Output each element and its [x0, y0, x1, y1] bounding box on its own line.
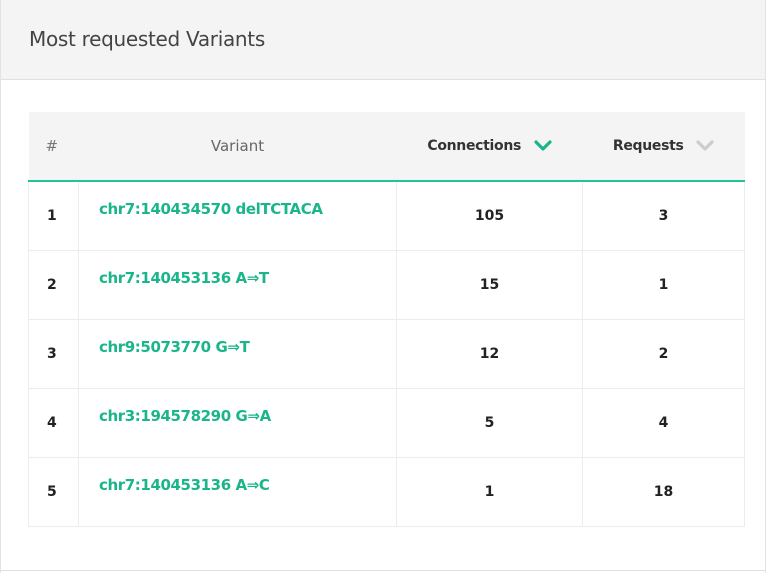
variant-link[interactable]: chr3:194578290 G⇒A — [99, 407, 271, 425]
rank-column-header: # — [28, 112, 79, 182]
connections-cell: 12 — [396, 319, 583, 389]
table-row: 1 chr7:140434570 delTCTACA 105 3 — [28, 181, 745, 251]
table-row: 4 chr3:194578290 G⇒A 5 4 — [28, 388, 745, 458]
requests-header-label: Requests — [612, 138, 684, 154]
variants-table: # Variant Connections Requests 1 chr7:14… — [28, 112, 745, 527]
connections-cell: 105 — [396, 181, 583, 251]
connections-cell: 1 — [396, 457, 583, 527]
table-row: 2 chr7:140453136 A⇒T 15 1 — [28, 250, 745, 320]
variant-cell: chr7:140453136 A⇒T — [78, 250, 397, 320]
connections-header-label: Connections — [427, 138, 522, 154]
rank-cell: 4 — [28, 388, 79, 458]
chevron-down-icon — [696, 140, 714, 151]
requests-cell: 18 — [582, 457, 745, 527]
table-header-row: # Variant Connections Requests — [28, 112, 745, 182]
variant-cell: chr9:5073770 G⇒T — [78, 319, 397, 389]
variant-link[interactable]: chr9:5073770 G⇒T — [99, 338, 250, 356]
rank-cell: 1 — [28, 181, 79, 251]
variant-column-header: Variant — [78, 112, 397, 182]
rank-cell: 5 — [28, 457, 79, 527]
variant-cell: chr3:194578290 G⇒A — [78, 388, 397, 458]
table-row: 5 chr7:140453136 A⇒C 1 18 — [28, 457, 745, 527]
rank-cell: 2 — [28, 250, 79, 320]
requests-cell: 4 — [582, 388, 745, 458]
variant-cell: chr7:140434570 delTCTACA — [78, 181, 397, 251]
connections-cell: 5 — [396, 388, 583, 458]
connections-cell: 15 — [396, 250, 583, 320]
requests-cell: 2 — [582, 319, 745, 389]
requests-sort-header[interactable]: Requests — [582, 112, 745, 182]
requests-cell: 1 — [582, 250, 745, 320]
variant-link[interactable]: chr7:140453136 A⇒T — [99, 269, 269, 287]
most-requested-variants-panel: Most requested Variants # Variant Connec… — [0, 0, 766, 573]
variant-link[interactable]: chr7:140453136 A⇒C — [99, 476, 270, 494]
chevron-down-icon — [534, 140, 552, 151]
table-row: 3 chr9:5073770 G⇒T 12 2 — [28, 319, 745, 389]
panel-divider — [1, 570, 765, 574]
requests-cell: 3 — [582, 181, 745, 251]
variant-cell: chr7:140453136 A⇒C — [78, 457, 397, 527]
panel-title: Most requested Variants — [29, 27, 265, 51]
connections-sort-header[interactable]: Connections — [396, 112, 583, 182]
panel-header: Most requested Variants — [1, 0, 765, 80]
rank-cell: 3 — [28, 319, 79, 389]
variant-link[interactable]: chr7:140434570 delTCTACA — [99, 200, 323, 218]
